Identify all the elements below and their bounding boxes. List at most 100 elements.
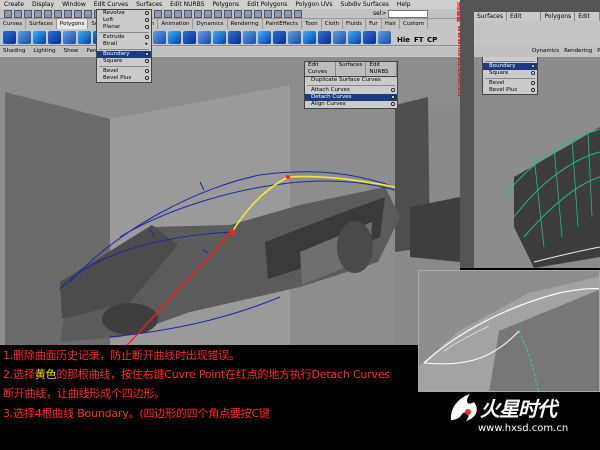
surfaces-menu-item-square[interactable]: Square	[97, 58, 151, 65]
shelf-tab-dynamics[interactable]: Dynamics	[193, 19, 228, 29]
shelf-tool-icon[interactable]	[258, 31, 271, 44]
shelf-tool-icon[interactable]	[198, 31, 211, 44]
surfaces-menu-item-extrude[interactable]: Extrude	[97, 34, 151, 41]
status-tool-icon[interactable]	[84, 10, 92, 18]
surfaces-menu-option-box-icon[interactable]	[145, 52, 149, 56]
status-tool-icon[interactable]	[184, 10, 192, 18]
edit-curves-option-box-icon[interactable]	[391, 102, 395, 106]
shelf-tool-icon[interactable]	[243, 31, 256, 44]
status-tool-icon[interactable]	[74, 10, 82, 18]
status-tool-icon[interactable]	[24, 10, 32, 18]
shelf-tool-icon[interactable]	[33, 31, 46, 44]
shelf-tool-icon[interactable]	[18, 31, 31, 44]
shelf-tool-icon[interactable]	[168, 31, 181, 44]
status-tool-icon[interactable]	[154, 10, 162, 18]
right-viewport[interactable]: RevolveLoftPlanarExtrudeBirail▸BoundaryS…	[474, 57, 600, 268]
status-tool-icon[interactable]	[224, 10, 232, 18]
right-menu-item-bevel[interactable]: Bevel	[483, 80, 537, 87]
edit-curves-option-box-icon[interactable]	[391, 88, 395, 92]
menu-help[interactable]: Help	[397, 0, 411, 9]
shelf-tab-hair[interactable]: Hair	[382, 19, 400, 29]
shelf-tab-fluids[interactable]: Fluids	[343, 19, 367, 29]
status-tool-icon[interactable]	[214, 10, 222, 18]
right-shelf-tab-dynamics[interactable]: Dynamics	[532, 48, 559, 54]
edit-curves-item-detach-curves[interactable]: Detach Curves	[305, 94, 397, 101]
surfaces-menu-option-box-icon[interactable]	[145, 11, 149, 15]
status-tool-icon[interactable]	[4, 10, 12, 18]
surfaces-menu-option-box-icon[interactable]	[145, 18, 149, 22]
surfaces-menu-item-loft[interactable]: Loft	[97, 17, 151, 24]
shelf-tool-icon[interactable]	[363, 31, 376, 44]
shelf-tab-rendering[interactable]: Rendering	[228, 19, 263, 29]
shelf-tab-painteffects[interactable]: PaintEffects	[263, 19, 302, 29]
right-menu-item-birail[interactable]: Birail ▸	[483, 57, 537, 60]
status-tool-icon[interactable]	[34, 10, 42, 18]
shelf-tab-surfaces[interactable]: Surfaces	[26, 19, 57, 29]
shelf-tool-icon[interactable]	[153, 31, 166, 44]
menu-display[interactable]: Display	[32, 0, 54, 9]
shelf-tool-icon[interactable]	[228, 31, 241, 44]
shelf-tool-icon[interactable]	[318, 31, 331, 44]
shelf-label-cp[interactable]: CP	[427, 36, 437, 44]
perspective-viewport[interactable]: Edit Curves Surfaces Edit NURBS Duplicat…	[0, 57, 460, 345]
status-tool-icon[interactable]	[174, 10, 182, 18]
right-menu-item-bevel-plus[interactable]: Bevel Plus	[483, 87, 537, 94]
shelf-tool-icon[interactable]	[3, 31, 16, 44]
tab-edit-nurbs[interactable]: Edit NURBS	[366, 62, 397, 76]
status-tool-icon[interactable]	[254, 10, 262, 18]
status-tool-icon[interactable]	[284, 10, 292, 18]
status-tool-icon[interactable]	[234, 10, 242, 18]
status-tool-icon[interactable]	[54, 10, 62, 18]
shelf-tab-toon[interactable]: Toon	[302, 19, 322, 29]
edit-curves-item-duplicate-surface-curves[interactable]: Duplicate Surface Curves	[305, 77, 397, 84]
menu-window[interactable]: Window	[62, 0, 86, 9]
edit-curves-option-box-icon[interactable]	[391, 95, 395, 99]
surfaces-menu-item-boundary[interactable]: Boundary	[97, 51, 151, 58]
status-tool-icon[interactable]	[274, 10, 282, 18]
menu-edit-curves[interactable]: Edit Curves	[94, 0, 128, 9]
menu-edit-nurbs[interactable]: Edit NURBS	[170, 0, 204, 9]
right-menu-item-boundary[interactable]: Boundary	[483, 63, 537, 70]
panel-menu-show[interactable]: Show	[64, 47, 79, 56]
shelf-tab-cloth[interactable]: Cloth	[322, 19, 343, 29]
shelf-tool-icon[interactable]	[378, 31, 391, 44]
shelf-tab-polygons[interactable]: Polygons	[56, 19, 89, 29]
status-tool-icon[interactable]	[14, 10, 22, 18]
curve-point-red[interactable]	[286, 175, 290, 179]
selection-input[interactable]	[388, 10, 428, 18]
surfaces-menu-option-box-icon[interactable]	[145, 59, 149, 63]
shelf-label-hie[interactable]: Hie	[397, 36, 410, 44]
surfaces-menu-item-planar[interactable]: Planar	[97, 24, 151, 31]
menu-subdiv-surfaces[interactable]: Subdiv Surfaces	[341, 0, 389, 9]
shelf-tool-icon[interactable]	[213, 31, 226, 44]
right-menu-option-box-icon[interactable]	[531, 71, 535, 75]
shelf-tool-icon[interactable]	[303, 31, 316, 44]
status-tool-icon[interactable]	[44, 10, 52, 18]
surfaces-menu-item-revolve[interactable]: Revolve	[97, 10, 151, 17]
edit-curves-item-attach-curves[interactable]: Attach Curves	[305, 87, 397, 94]
panel-menu-lighting[interactable]: Lighting	[33, 47, 55, 56]
menu-create[interactable]: Create	[4, 0, 24, 9]
surfaces-menu-item-bevel-plus[interactable]: Bevel Plus	[97, 75, 151, 82]
menu-edit-polygons[interactable]: Edit Polygons	[247, 0, 287, 9]
shelf-tab-animation[interactable]: Animation	[158, 19, 194, 29]
panel-menu-shading[interactable]: Shading	[3, 47, 25, 56]
shelf-tool-icon[interactable]	[183, 31, 196, 44]
status-tool-icon[interactable]	[264, 10, 272, 18]
status-tool-icon[interactable]	[64, 10, 72, 18]
right-menu-option-box-icon[interactable]	[531, 88, 535, 92]
menu-polygon-uvs[interactable]: Polygon UVs	[295, 0, 332, 9]
status-tool-icon[interactable]	[294, 10, 302, 18]
right-menu-item-square[interactable]: Square	[483, 70, 537, 77]
shelf-tool-icon[interactable]	[63, 31, 76, 44]
shelf-tab-custom[interactable]: Custom	[400, 19, 429, 29]
shelf-tab-curves[interactable]: Curves	[0, 19, 27, 29]
surfaces-menu-item-birail[interactable]: Birail ▸	[97, 41, 151, 48]
status-tool-icon[interactable]	[204, 10, 212, 18]
right-menu-option-box-icon[interactable]	[531, 81, 535, 85]
shelf-tool-icon[interactable]	[273, 31, 286, 44]
right-shelf-tab-rendering[interactable]: Rendering	[564, 48, 592, 54]
status-tool-icon[interactable]	[244, 10, 252, 18]
tab-edit-curves[interactable]: Edit Curves	[305, 62, 336, 76]
surfaces-menu-option-box-icon[interactable]	[145, 25, 149, 29]
